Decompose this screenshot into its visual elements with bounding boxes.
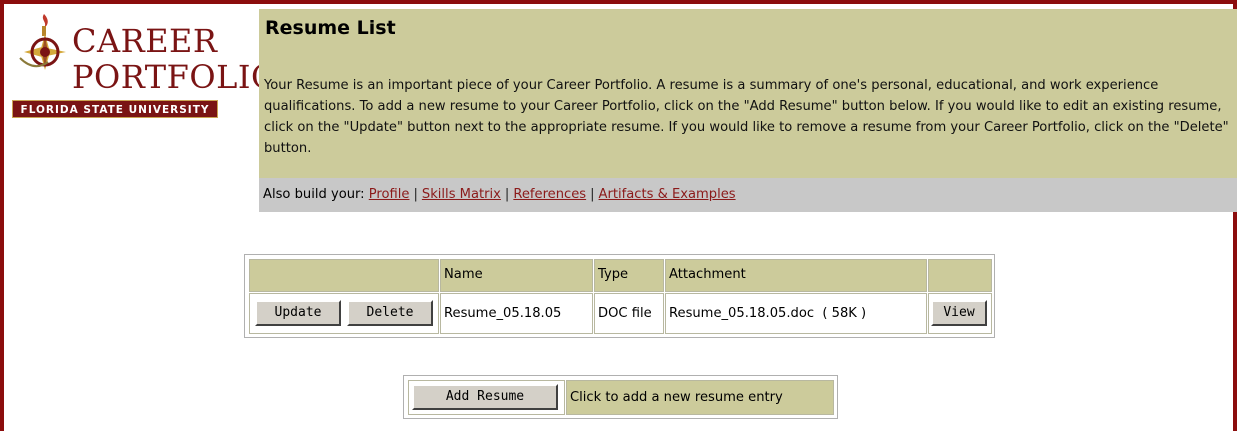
also-build-bar: Also build your: Profile | Skills Matrix | R… — [259, 178, 1237, 212]
view-button[interactable]: View — [931, 300, 987, 326]
logo-university-band: FLORIDA STATE UNIVERSITY — [12, 100, 218, 118]
compass-torch-icon — [19, 14, 66, 70]
resume-table: Name Type Attachment Update Delete Resum… — [244, 254, 995, 338]
link-profile[interactable]: Profile — [369, 187, 410, 202]
header-cell-view — [928, 259, 992, 292]
header-cell-type: Type — [594, 259, 664, 292]
resume-type-cell: DOC file — [594, 293, 664, 334]
add-resume-box: Add Resume Click to add a new resume ent… — [403, 375, 838, 419]
link-references[interactable]: References — [513, 187, 586, 202]
add-resume-button[interactable]: Add Resume — [412, 384, 558, 410]
intro-text: Your Resume is an important piece of you… — [264, 78, 1229, 156]
link-skills-matrix[interactable]: Skills Matrix — [422, 187, 501, 202]
table-row-view: View — [928, 293, 992, 334]
link-separator: | — [504, 187, 510, 202]
table-row-actions: Update Delete — [249, 293, 439, 334]
delete-button[interactable]: Delete — [347, 300, 433, 326]
add-resume-hint: Click to add a new resume entry — [566, 380, 834, 415]
add-resume-button-cell: Add Resume — [408, 380, 565, 415]
also-build-label: Also build your: — [263, 187, 365, 202]
header-cell-attachment: Attachment — [665, 259, 927, 292]
header-cell-name: Name — [440, 259, 593, 292]
logo-word-portfolio: PORTFOLIO — [72, 58, 278, 96]
header-panel: Resume List Your Resume is an important … — [259, 9, 1237, 178]
career-portfolio-logo: CAREER PORTFOLIO FLORIDA STATE UNIVERSIT… — [8, 8, 277, 120]
link-separator: | — [413, 187, 418, 202]
link-artifacts-examples[interactable]: Artifacts & Examples — [599, 187, 736, 202]
update-button[interactable]: Update — [255, 300, 341, 326]
logo-word-career: CAREER — [72, 22, 218, 60]
resume-name-cell: Resume_05.18.05 — [440, 293, 593, 334]
header-cell-actions — [249, 259, 439, 292]
resume-attachment-cell: Resume_05.18.05.doc ( 58K ) — [665, 293, 927, 334]
link-separator: | — [590, 187, 595, 202]
window-frame-top — [0, 0, 1237, 4]
window-frame-left — [0, 0, 4, 431]
page-title: Resume List — [265, 17, 396, 39]
